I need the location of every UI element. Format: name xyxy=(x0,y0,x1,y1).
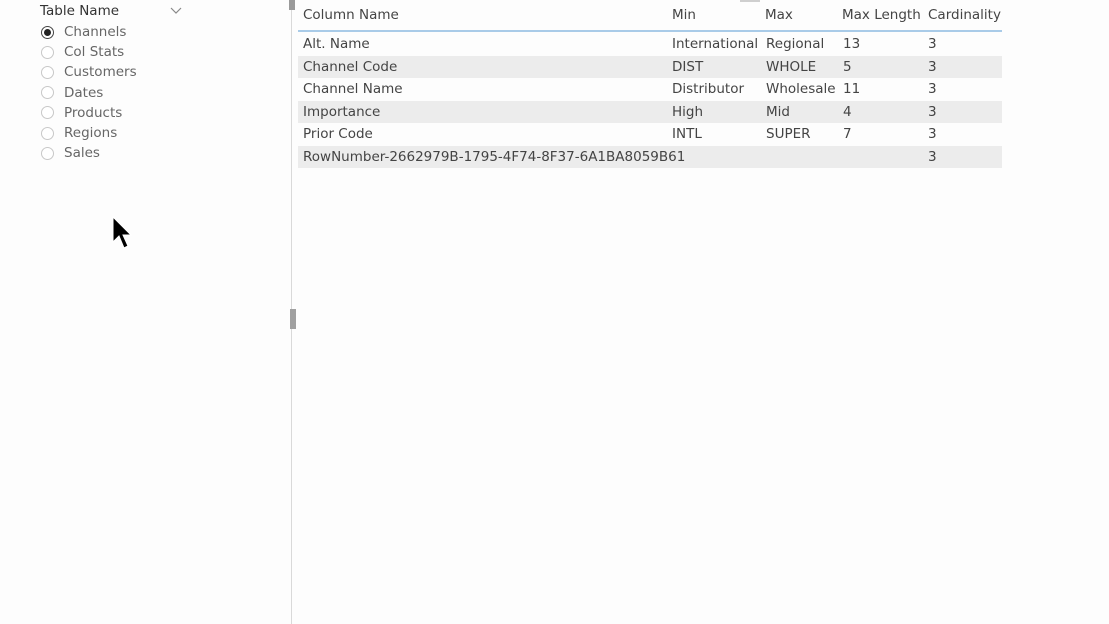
cell-max: Regional xyxy=(766,36,825,53)
cell-column-name: Channel Code xyxy=(303,58,398,75)
radio-button[interactable] xyxy=(41,146,54,160)
slicer-option-label: Regions xyxy=(64,125,118,142)
table-row: Prior Code INTL SUPER 7 3 xyxy=(298,123,1002,146)
cell-min: International xyxy=(672,36,759,53)
slicer-option-sales[interactable]: Sales xyxy=(40,143,185,163)
slicer-option-label: Col Stats xyxy=(64,44,125,61)
table-row: Channel Code DIST WHOLE 5 3 xyxy=(298,55,1002,78)
cell-max-length: 7 xyxy=(843,126,852,143)
radio-button[interactable] xyxy=(41,126,54,140)
slicer-option-channels[interactable]: Channels xyxy=(40,22,185,42)
slicer-option-products[interactable]: Products xyxy=(40,103,185,123)
cell-column-name: Channel Name xyxy=(303,81,403,98)
column-stats-table: Column Name Min Max Max Length Cardinali… xyxy=(298,0,1002,168)
cell-column-name: Prior Code xyxy=(303,126,373,143)
table-row: RowNumber-2662979B-1795-4F74-8F37-6A1BA8… xyxy=(298,145,1002,168)
radio-button[interactable] xyxy=(41,86,54,100)
table-header: Column Name Min Max Max Length Cardinali… xyxy=(298,0,1002,32)
slicer-option-label: Dates xyxy=(64,84,104,101)
slicer-option-label: Customers xyxy=(64,64,137,81)
cell-min: Distributor xyxy=(672,81,745,98)
cell-max: Wholesale xyxy=(766,81,836,98)
cell-column-name: Importance xyxy=(303,103,381,120)
cell-max-length: 13 xyxy=(843,36,861,53)
table-row: Alt. Name International Regional 13 3 xyxy=(298,33,1002,56)
slicer-option-regions[interactable]: Regions xyxy=(40,123,185,143)
resize-handle-top[interactable] xyxy=(289,0,295,10)
column-header-max[interactable]: Max xyxy=(760,7,837,23)
table-body: Alt. Name International Regional 13 3 Ch… xyxy=(298,32,1002,168)
cell-max: SUPER xyxy=(766,126,811,143)
cell-cardinality: 3 xyxy=(928,36,937,53)
cell-max-length: 11 xyxy=(843,81,861,98)
column-header-column-name[interactable]: Column Name xyxy=(298,7,667,23)
cell-cardinality: 3 xyxy=(928,81,937,98)
slicer-options: Channels Col Stats Customers Dates Produ… xyxy=(40,22,185,163)
cell-min: DIST xyxy=(672,58,704,75)
cell-max-length: 5 xyxy=(843,58,852,75)
radio-button[interactable] xyxy=(41,25,54,39)
cell-min: INTL xyxy=(672,126,702,143)
cell-column-name: Alt. Name xyxy=(303,36,370,53)
cell-column-name: RowNumber-2662979B-1795-4F74-8F37-6A1BA8… xyxy=(303,148,686,165)
slicer-option-dates[interactable]: Dates xyxy=(40,83,185,103)
mouse-pointer-icon xyxy=(112,216,133,249)
slicer-option-customers[interactable]: Customers xyxy=(40,62,185,82)
slicer-header: Table Name xyxy=(40,0,185,22)
cell-cardinality: 3 xyxy=(928,148,937,165)
column-header-max-length[interactable]: Max Length xyxy=(837,7,923,23)
chevron-down-icon[interactable] xyxy=(169,4,183,18)
cell-max: Mid xyxy=(766,103,790,120)
radio-button[interactable] xyxy=(41,106,54,120)
cell-cardinality: 3 xyxy=(928,58,937,75)
cell-cardinality: 3 xyxy=(928,103,937,120)
slicer-option-label: Channels xyxy=(64,24,127,41)
slicer-title: Table Name xyxy=(40,3,120,19)
resize-handle[interactable] xyxy=(290,309,296,329)
cell-max: WHOLE xyxy=(766,58,817,75)
column-header-min[interactable]: Min xyxy=(667,7,760,23)
column-header-cardinality[interactable]: Cardinality xyxy=(923,7,1002,23)
cell-cardinality: 3 xyxy=(928,126,937,143)
slicer-option-label: Sales xyxy=(64,145,100,162)
cell-max-length: 4 xyxy=(843,103,852,120)
table-name-slicer: Table Name Channels Col Stats Customers … xyxy=(40,0,185,163)
radio-button[interactable] xyxy=(41,45,54,59)
slicer-option-col-stats[interactable]: Col Stats xyxy=(40,42,185,62)
table-row: Channel Name Distributor Wholesale 11 3 xyxy=(298,78,1002,101)
table-row: Importance High Mid 4 3 xyxy=(298,100,1002,123)
cell-min: High xyxy=(672,103,704,120)
slicer-option-label: Products xyxy=(64,104,123,121)
radio-button[interactable] xyxy=(41,65,54,79)
